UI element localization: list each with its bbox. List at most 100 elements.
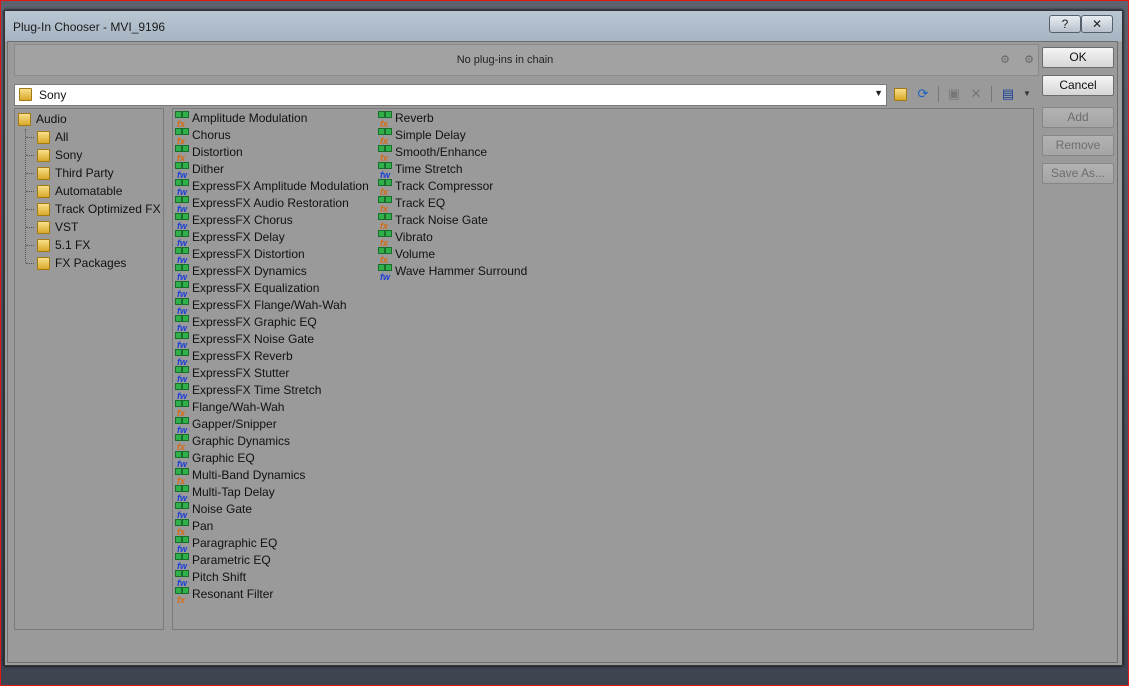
plugin-list-item[interactable]: fw ExpressFX Chorus bbox=[175, 212, 293, 231]
vst-plugin-icon: fw bbox=[175, 315, 190, 333]
refresh-button[interactable]: ⟳ bbox=[913, 84, 933, 104]
tree-connector bbox=[26, 155, 34, 156]
plugin-name: ExpressFX Noise Gate bbox=[192, 332, 315, 346]
folder-icon bbox=[37, 167, 50, 181]
help-button[interactable]: ? bbox=[1049, 15, 1081, 33]
plugin-name: ExpressFX Flange/Wah-Wah bbox=[192, 298, 347, 312]
plugin-list-item[interactable]: fx Track Noise Gate bbox=[378, 212, 488, 231]
save-as-button[interactable]: Save As... bbox=[1042, 163, 1114, 184]
ok-button[interactable]: OK bbox=[1042, 47, 1114, 68]
directx-plugin-icon: fx bbox=[378, 111, 393, 129]
plugin-list-item[interactable]: fx Resonant Filter bbox=[175, 586, 273, 605]
plugin-list-item[interactable]: fw Wave Hammer Surround bbox=[378, 263, 527, 282]
tree-connector bbox=[26, 263, 34, 264]
view-mode-button[interactable]: ▤ bbox=[998, 84, 1018, 104]
plugin-list-item[interactable]: fx Flange/Wah-Wah bbox=[175, 399, 284, 418]
plugin-list-item[interactable]: fw ExpressFX Reverb bbox=[175, 348, 293, 367]
plugin-name: Multi-Band Dynamics bbox=[192, 468, 306, 482]
tree-item-third-party[interactable]: Third Party bbox=[37, 165, 114, 182]
plugin-list-item[interactable]: fx Pan bbox=[175, 518, 213, 537]
plugin-list-item[interactable]: fw ExpressFX Noise Gate bbox=[175, 331, 315, 350]
tree-connector bbox=[25, 129, 26, 263]
plugin-name: ExpressFX Reverb bbox=[192, 349, 293, 363]
chevron-down-icon[interactable]: ▼ bbox=[874, 88, 883, 98]
plugin-list-item[interactable]: fx Graphic Dynamics bbox=[175, 433, 290, 452]
plugin-list-item[interactable]: fw Dither bbox=[175, 161, 224, 180]
plugin-list-item[interactable]: fw ExpressFX Amplitude Modulation bbox=[175, 178, 369, 197]
tree-connector bbox=[26, 137, 34, 138]
plugin-list-item[interactable]: fx Smooth/Enhance bbox=[378, 144, 487, 163]
location-dropdown[interactable]: Sony ▼ bbox=[14, 84, 887, 106]
vst-plugin-icon: fw bbox=[175, 247, 190, 265]
plugin-list-item[interactable]: fx Track EQ bbox=[378, 195, 445, 214]
add-button[interactable]: Add bbox=[1042, 107, 1114, 128]
chain-move-right-icon[interactable]: ⚙ bbox=[1021, 53, 1037, 67]
plugin-name: Simple Delay bbox=[395, 128, 466, 142]
vst-plugin-icon: fw bbox=[175, 281, 190, 299]
vst-plugin-icon: fw bbox=[378, 162, 393, 180]
plugin-list-item[interactable]: fw ExpressFX Equalization bbox=[175, 280, 320, 299]
plugin-list-item[interactable]: fx Simple Delay bbox=[378, 127, 466, 146]
vst-plugin-icon: fw bbox=[175, 332, 190, 350]
plugin-list-item[interactable]: fx Track Compressor bbox=[378, 178, 493, 197]
plugin-list-item[interactable]: fw ExpressFX Graphic EQ bbox=[175, 314, 317, 333]
plugin-list-item[interactable]: fw ExpressFX Dynamics bbox=[175, 263, 307, 282]
tree-item-automatable[interactable]: Automatable bbox=[37, 183, 122, 200]
tree-item-audio[interactable]: Audio bbox=[18, 111, 67, 128]
plugin-list-item[interactable]: fw ExpressFX Stutter bbox=[175, 365, 289, 384]
tree-item-all[interactable]: All bbox=[37, 129, 68, 146]
plugin-list-item[interactable]: fw Graphic EQ bbox=[175, 450, 255, 469]
plugin-list-item[interactable]: fx Distortion bbox=[175, 144, 243, 163]
plugin-list-item[interactable]: fw Gapper/Snipper bbox=[175, 416, 277, 435]
chain-move-left-icon[interactable]: ⚙ bbox=[997, 53, 1013, 67]
plugin-list-item[interactable]: fw Pitch Shift bbox=[175, 569, 246, 588]
plugin-list-item[interactable]: fw Time Stretch bbox=[378, 161, 463, 180]
plugin-list-item[interactable]: fw ExpressFX Flange/Wah-Wah bbox=[175, 297, 347, 316]
plugin-list-item[interactable]: fw ExpressFX Distortion bbox=[175, 246, 305, 265]
plugin-list-item[interactable]: fw ExpressFX Delay bbox=[175, 229, 285, 248]
vst-plugin-icon: fw bbox=[175, 162, 190, 180]
plugin-list-item[interactable]: fw Parametric EQ bbox=[175, 552, 271, 571]
directx-plugin-icon: fx bbox=[175, 400, 190, 418]
plugin-list-item[interactable]: fx Volume bbox=[378, 246, 435, 265]
plugin-list-item[interactable]: fx Reverb bbox=[378, 110, 434, 129]
plugin-name: ExpressFX Distortion bbox=[192, 247, 305, 261]
plugin-name: Graphic EQ bbox=[192, 451, 255, 465]
close-button[interactable]: ✕ bbox=[1081, 15, 1113, 33]
up-folder-button[interactable] bbox=[890, 84, 910, 104]
plugin-list-item[interactable]: fx Chorus bbox=[175, 127, 231, 146]
plugin-list-item[interactable]: fx Vibrato bbox=[378, 229, 433, 248]
window-title: Plug-In Chooser - MVI_9196 bbox=[13, 20, 166, 34]
view-mode-dropdown-icon[interactable]: ▼ bbox=[1017, 84, 1037, 104]
plugin-list-item[interactable]: fw Paragraphic EQ bbox=[175, 535, 277, 554]
vst-plugin-icon: fw bbox=[175, 349, 190, 367]
delete-button[interactable]: ✕ bbox=[966, 84, 986, 104]
dialog-client-area: No plug-ins in chain ⚙ ⚙ Sony ▼ ⟳ ▣ ✕ ▤ … bbox=[7, 41, 1118, 663]
toolbar-divider bbox=[938, 86, 939, 102]
plugin-name: Track Noise Gate bbox=[395, 213, 488, 227]
plugin-name: Time Stretch bbox=[395, 162, 463, 176]
tree-item-fx-packages[interactable]: FX Packages bbox=[37, 255, 126, 272]
plugin-list-item[interactable]: fw Noise Gate bbox=[175, 501, 252, 520]
plugin-name: Parametric EQ bbox=[192, 553, 271, 567]
tree-item-sony[interactable]: Sony bbox=[37, 147, 82, 164]
plugin-name: ExpressFX Equalization bbox=[192, 281, 320, 295]
plugin-list-item[interactable]: fw ExpressFX Time Stretch bbox=[175, 382, 321, 401]
tree-item-vst[interactable]: VST bbox=[37, 219, 78, 236]
plugin-list-item[interactable]: fw ExpressFX Audio Restoration bbox=[175, 195, 349, 214]
tree-connector bbox=[26, 245, 34, 246]
tree-item-5-1-fx[interactable]: 5.1 FX bbox=[37, 237, 90, 254]
chain-status: No plug-ins in chain bbox=[456, 54, 554, 66]
vst-plugin-icon: fw bbox=[175, 553, 190, 571]
plugin-folder-tree: Audio All Sony Third Party Automatable T… bbox=[14, 108, 164, 630]
plugin-list-item[interactable]: fx Amplitude Modulation bbox=[175, 110, 307, 129]
remove-button[interactable]: Remove bbox=[1042, 135, 1114, 156]
plugin-list-item[interactable]: fx Multi-Band Dynamics bbox=[175, 467, 306, 486]
cancel-button[interactable]: Cancel bbox=[1042, 75, 1114, 96]
new-folder-button[interactable]: ▣ bbox=[944, 84, 964, 104]
folder-icon bbox=[19, 88, 32, 101]
vst-plugin-icon: fw bbox=[175, 213, 190, 231]
plugin-list-item[interactable]: fw Multi-Tap Delay bbox=[175, 484, 275, 503]
tree-item-label: VST bbox=[55, 220, 79, 234]
tree-item-track-optimized-fx[interactable]: Track Optimized FX bbox=[37, 201, 161, 218]
